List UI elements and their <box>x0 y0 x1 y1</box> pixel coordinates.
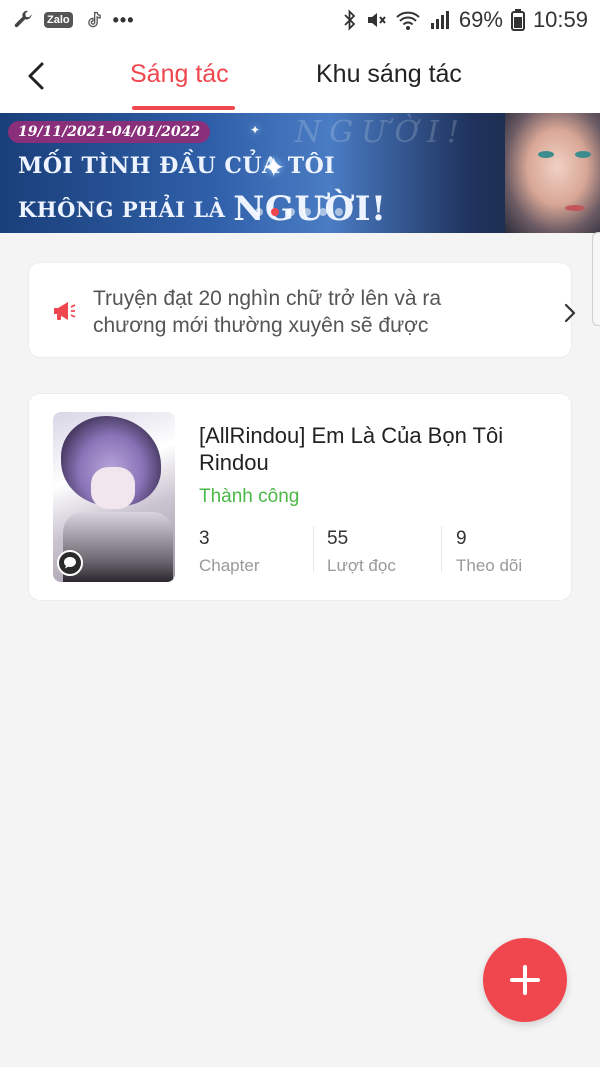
portrait-lip <box>565 205 585 211</box>
battery-percent: 69% <box>458 7 503 32</box>
top-navigation: Sáng tác Khu sáng tác <box>0 40 600 113</box>
chevron-left-icon[interactable] <box>20 58 52 94</box>
carousel-dot[interactable] <box>255 208 263 216</box>
sparkle-icon: ✦ <box>250 123 261 137</box>
add-story-button[interactable] <box>483 938 567 1022</box>
side-scroll-handle[interactable] <box>592 232 600 326</box>
carousel-dot[interactable] <box>335 208 343 216</box>
cover-art-face <box>91 467 135 509</box>
active-tab-indicator <box>132 106 235 110</box>
clock: 10:59 <box>532 7 588 32</box>
more-dots-icon: ••• <box>112 9 135 30</box>
sparkle-icon: ✦ <box>262 152 286 183</box>
battery-icon <box>510 9 525 31</box>
banner-title-line1: MỐI TÌNH ĐẦU CỦA TÔI <box>18 153 336 179</box>
tab-khu-sang-tac[interactable]: Khu sáng tác <box>316 60 462 89</box>
stat-chapters: 3 Chapter <box>199 528 259 576</box>
stat-followers: 9 Theo dõi <box>456 528 522 576</box>
chevron-right-icon[interactable] <box>563 303 577 323</box>
banner-character-portrait <box>505 113 600 233</box>
banner-date-range: 19/11/2021-04/01/2022 <box>8 121 211 143</box>
carousel-dot[interactable] <box>303 208 311 216</box>
notice-card[interactable]: Truyện đạt 20 nghìn chữ trở lên và ra ch… <box>28 262 576 358</box>
stat-label: Theo dõi <box>456 556 523 575</box>
stat-value: 55 <box>327 528 349 549</box>
carousel-dot[interactable] <box>287 208 295 216</box>
banner-carousel-dots <box>255 208 343 216</box>
tab-sang-tac[interactable]: Sáng tác <box>130 60 229 89</box>
banner-title-prefix: KHÔNG PHẢI LÀ <box>18 197 234 222</box>
carousel-dot[interactable] <box>319 208 327 216</box>
signal-icon <box>430 11 449 29</box>
stat-reads: 55 Lượt đọc <box>327 528 396 576</box>
bluetooth-icon <box>344 9 356 31</box>
stat-divider <box>313 526 314 572</box>
tiktok-icon <box>87 11 101 28</box>
zalo-icon: Zalo <box>44 12 73 28</box>
wifi-icon <box>396 11 420 30</box>
comment-bubble-icon <box>57 550 83 576</box>
story-status: Thành công <box>199 486 300 507</box>
stat-label: Chapter <box>199 556 260 575</box>
portrait-eye <box>538 151 554 158</box>
wrench-icon <box>14 10 33 28</box>
stat-label: Lượt đọc <box>327 556 396 575</box>
portrait-eye <box>575 151 591 158</box>
notice-text: Truyện đạt 20 nghìn chữ trở lên và ra ch… <box>93 287 442 337</box>
stat-divider <box>441 526 442 572</box>
stat-value: 9 <box>456 528 467 549</box>
story-card[interactable]: [AllRindou] Em Là Của Bọn Tôi Rindou Thà… <box>28 393 572 601</box>
banner-background-text: NGƯỜI! <box>295 115 467 150</box>
megaphone-icon <box>54 302 76 320</box>
story-cover-image[interactable] <box>53 412 175 582</box>
mute-icon <box>367 13 386 27</box>
status-bar: Zalo ••• 69% 10:59 <box>0 0 600 40</box>
stat-value: 3 <box>199 528 210 549</box>
carousel-dot-active[interactable] <box>271 208 279 216</box>
story-title: [AllRindou] Em Là Của Bọn Tôi Rindou <box>199 423 504 475</box>
